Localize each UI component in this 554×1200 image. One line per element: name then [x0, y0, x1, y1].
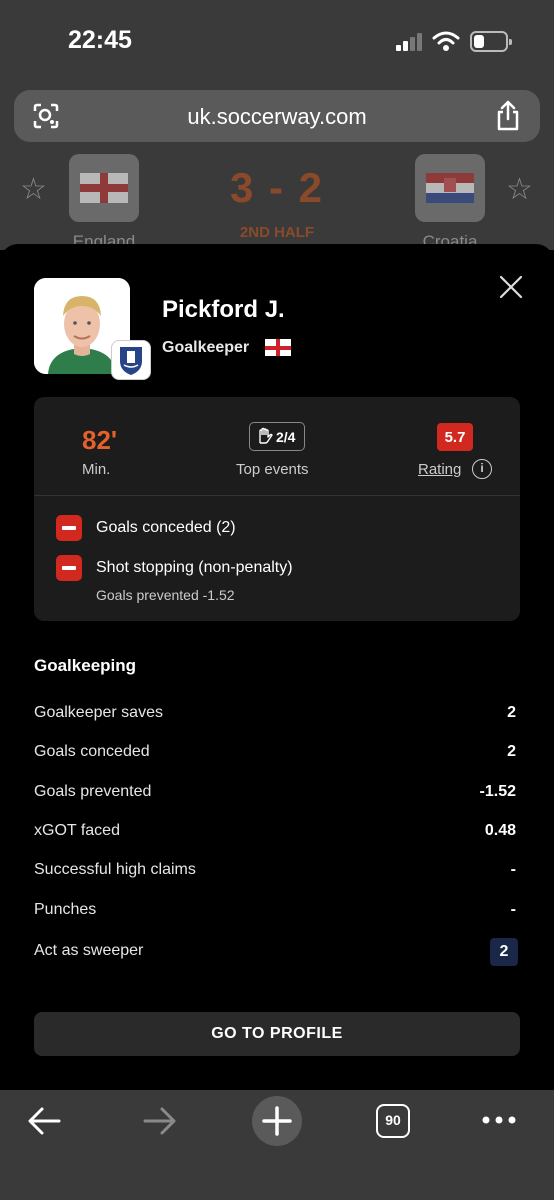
new-tab-button[interactable]	[252, 1096, 302, 1146]
player-position: Goalkeeper	[162, 339, 250, 356]
stat-value: -	[510, 901, 516, 918]
top-events-value: 2/4	[276, 429, 296, 445]
info-icon[interactable]: i	[472, 459, 492, 479]
stat-label: Goalkeeper saves	[34, 704, 163, 721]
event-detail: Goals prevented -1.52	[96, 587, 235, 603]
rating-badge: 5.7	[437, 423, 473, 451]
share-icon[interactable]	[494, 100, 522, 132]
minutes-label: Min.	[82, 461, 111, 478]
stat-row: xGOT faced 0.48	[34, 818, 520, 848]
more-options-icon[interactable]	[480, 1114, 518, 1126]
rating-label[interactable]: Rating	[418, 461, 461, 478]
match-header: ☆ England 3 - 2 2ND HALF Croatia ☆	[0, 154, 554, 251]
wifi-icon	[432, 31, 460, 51]
back-arrow-icon[interactable]	[26, 1104, 62, 1138]
stat-label: Successful high claims	[34, 861, 196, 878]
england-flag-icon	[265, 339, 291, 356]
stat-row: Punches -	[34, 897, 520, 927]
stat-label: Act as sweeper	[34, 942, 144, 959]
stat-value: 2	[507, 704, 516, 721]
goalkeeper-glove-icon	[259, 427, 273, 444]
stat-row: Goalkeeper saves 2	[34, 700, 520, 730]
address-bar[interactable]: uk.soccerway.com	[14, 90, 540, 142]
match-period: 2ND HALF	[239, 224, 315, 241]
away-team-flag[interactable]	[415, 154, 485, 222]
stat-value: 0.48	[484, 822, 516, 839]
url-text: uk.soccerway.com	[187, 104, 367, 129]
stat-value: 2	[507, 743, 516, 760]
divider	[34, 495, 520, 496]
favorite-star-icon[interactable]: ☆	[506, 172, 533, 207]
battery-icon	[470, 31, 512, 52]
negative-event-icon	[56, 515, 82, 541]
cellular-signal-icon	[396, 33, 426, 51]
close-icon[interactable]	[498, 274, 524, 300]
goalkeeping-section-title: Goalkeeping	[34, 656, 137, 675]
event-label: Goals conceded (2)	[96, 519, 236, 536]
match-summary-card: 82' Min. 2/4 Top events 5.7 Rating i Goa…	[34, 397, 520, 621]
player-sheet: Pickford J. Goalkeeper 82' Min. 2/4 Top …	[0, 244, 554, 1090]
stat-label: Goals prevented	[34, 783, 152, 800]
top-events-badge: 2/4	[249, 422, 305, 451]
stat-row: Successful high claims -	[34, 857, 520, 887]
stat-value: -1.52	[479, 783, 516, 800]
stat-label: Punches	[34, 901, 97, 918]
forward-arrow-icon[interactable]	[142, 1104, 178, 1138]
favorite-star-icon[interactable]: ☆	[20, 172, 47, 207]
match-score: 3 - 2	[229, 164, 325, 211]
status-time: 22:45	[68, 26, 132, 54]
tab-switcher-button[interactable]: 90	[376, 1104, 410, 1138]
stat-row: Goals prevented -1.52	[34, 779, 520, 809]
browser-address-area: uk.soccerway.com	[0, 84, 554, 154]
browser-toolbar: 90	[0, 1090, 554, 1200]
stat-row: Goals conceded 2	[34, 739, 520, 769]
go-to-profile-button[interactable]: GO TO PROFILE	[34, 1012, 520, 1056]
status-bar: 22:45	[0, 0, 554, 84]
home-team-flag[interactable]	[69, 154, 139, 222]
event-label: Shot stopping (non-penalty)	[96, 559, 293, 576]
club-badge-icon	[111, 340, 151, 380]
stat-value: -	[510, 861, 516, 878]
plus-icon	[262, 1106, 292, 1136]
stat-value-highlighted: 2	[490, 938, 518, 966]
player-name: Pickford J.	[162, 296, 285, 323]
negative-event-icon	[56, 555, 82, 581]
stat-row: Act as sweeper 2	[34, 938, 520, 968]
top-events-label: Top events	[236, 461, 309, 478]
stat-label: xGOT faced	[34, 822, 120, 839]
stat-label: Goals conceded	[34, 743, 150, 760]
minutes-played: 82'	[82, 425, 118, 455]
